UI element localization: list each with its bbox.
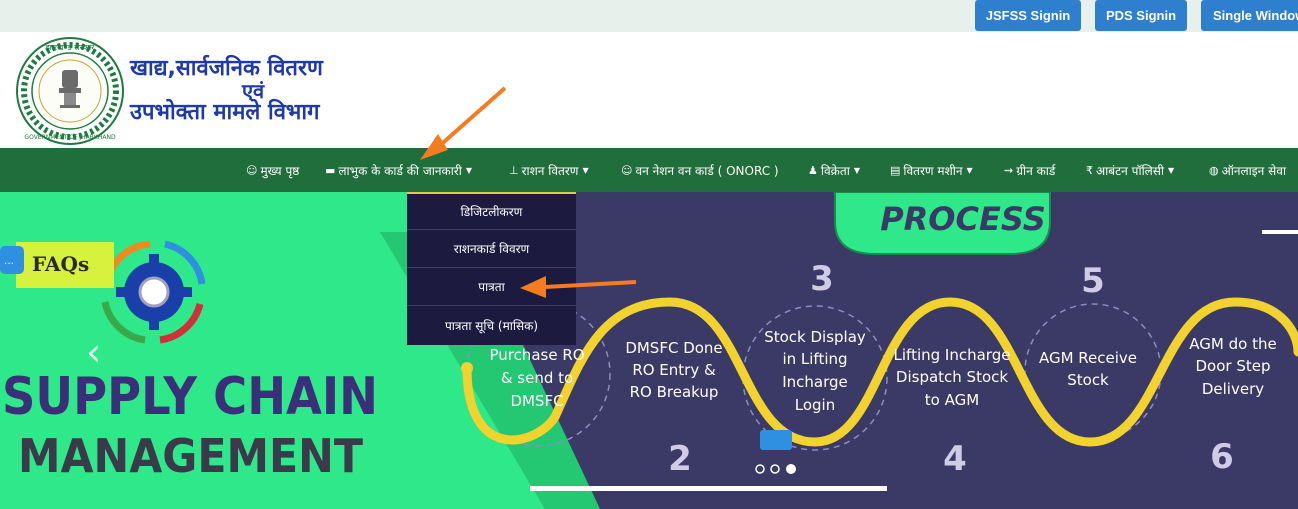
nav-home[interactable]: ☺ मुख्य पृष्ठ: [246, 148, 299, 192]
step-6-line1: AGM do the: [1189, 335, 1276, 353]
dropdown-item-ration-card-details[interactable]: राशनकार्ड विवरण: [407, 230, 576, 268]
step-1-line2: & send to: [501, 369, 573, 387]
nav-green-card-label: ग्रीन कार्ड: [1016, 163, 1056, 178]
slide-progress-bar: [530, 486, 887, 491]
step-2-line1: DMSFC Done: [625, 339, 722, 357]
banner-title-line2: MANAGEMENT: [18, 429, 364, 483]
department-title[interactable]: खाद्य,सार्वजनिक वितरण एवं उपभोक्ता मामले…: [130, 56, 323, 126]
chevron-down-icon: ▼: [966, 165, 973, 175]
step-number-6: 6: [1210, 437, 1234, 477]
dropdown-item-eligibility[interactable]: पात्रता: [407, 268, 576, 306]
seal-bottom-text: GOVERNMENT OF JHARKHAND: [24, 134, 116, 141]
slide-dot-3-active: [786, 464, 796, 474]
chevron-down-icon: ▼: [465, 165, 473, 175]
main-navbar: ☺ मुख्य पृष्ठ ▬ लाभुक के कार्ड की जानकारी ▼…: [0, 148, 1298, 192]
nav-ration-distribution-label: राशन वितरण: [521, 163, 579, 178]
step-4-line1: Lifting Incharge: [894, 346, 1011, 364]
user-icon: ♟: [808, 163, 818, 177]
step-6-line2: Door Step: [1196, 357, 1271, 375]
department-title-line3: उपभोक्ता मामले विभाग: [130, 100, 320, 125]
nav-onorc-label: वन नेशन वन कार्ड ( ONORC ): [635, 163, 779, 178]
step-number-2: 2: [668, 439, 692, 479]
step-2-line2: RO Entry &: [632, 361, 716, 379]
nav-home-label: मुख्य पृष्ठ: [260, 163, 300, 178]
nav-green-card[interactable]: ⇝ ग्रीन कार्ड: [1004, 148, 1055, 192]
banner-slide: PROCESS 1 2 3 4 5 6 Purchase RO & send t…: [0, 192, 1298, 509]
step-5-line1: AGM Receive: [1039, 349, 1137, 367]
card-icon: ▬: [325, 163, 336, 177]
green-card-icon: ⇝: [1004, 163, 1014, 177]
nav-distribution-machine[interactable]: ▤ वितरण मशीन ▼: [890, 148, 973, 192]
department-title-line1: खाद्य,सार्वजनिक वितरण: [130, 56, 323, 81]
step-5-line2: Stock: [1067, 371, 1109, 389]
banner-title-line1: SUPPLY CHAIN: [2, 367, 378, 427]
chevron-down-icon: ▼: [853, 165, 860, 175]
pds-signin-button[interactable]: PDS Signin: [1095, 0, 1187, 31]
step-3-line1: Stock Display: [764, 328, 866, 346]
home-icon: ☺: [246, 163, 258, 177]
nav-beneficiary-card-info-label: लाभुक के कार्ड की जानकारी: [338, 163, 462, 178]
chevron-down-icon: ▼: [1168, 165, 1175, 175]
step-4-line2: Dispatch Stock: [896, 368, 1008, 386]
step-2-line3: RO Breakup: [630, 383, 719, 401]
policy-icon: ₹: [1086, 163, 1093, 177]
seal-emblem: झारखण्ड सरकार GOVERNMENT OF JHARKHAND: [16, 37, 124, 145]
nav-allotment-policy-label: आबंटन पॉलिसी: [1096, 163, 1165, 178]
svg-text:…: …: [4, 256, 14, 267]
step-4-line3: to AGM: [925, 391, 979, 409]
globe-icon: ◍: [1209, 163, 1219, 177]
nav-allotment-policy[interactable]: ₹ आबंटन पॉलिसी ▼: [1086, 148, 1174, 192]
nav-online-service[interactable]: ◍ ऑनलाइन सेवा: [1209, 148, 1286, 192]
supply-cycle-gear-icon: [101, 240, 206, 344]
single-window-button[interactable]: Single Window: [1201, 0, 1298, 31]
site-header: झारखण्ड सरकार GOVERNMENT OF JHARKHAND खा…: [0, 32, 1298, 148]
step-6-line3: Delivery: [1202, 380, 1264, 398]
dropdown-item-eligibility-list-monthly[interactable]: पात्रता सूचि (मासिक): [407, 306, 576, 344]
seal-top-text: झारखण्ड सरकार: [46, 43, 95, 52]
department-title-line2: एवं: [242, 79, 265, 103]
jsfss-signin-button[interactable]: JSFSS Signin: [975, 0, 1081, 31]
step-number-3: 3: [810, 259, 834, 299]
nav-onorc[interactable]: ☺ वन नेशन वन कार्ड ( ONORC ): [621, 148, 779, 192]
ration-icon: ⊥: [509, 163, 519, 177]
nav-distribution-machine-label: वितरण मशीन: [903, 163, 963, 178]
beneficiary-card-dropdown: डिजिटलीकरण राशनकार्ड विवरण पात्रता पात्र…: [407, 192, 576, 345]
slide-marker: [760, 430, 792, 450]
faq-label: FAQs: [32, 252, 89, 276]
step-1-line3: DMSFC: [510, 392, 563, 410]
onorc-icon: ☺: [621, 163, 633, 177]
process-label: PROCESS: [880, 200, 1046, 238]
nav-dealer-label: विक्रेता: [820, 163, 850, 178]
chevron-down-icon: ▼: [582, 165, 589, 175]
machine-icon: ▤: [890, 163, 901, 177]
step-number-4: 4: [943, 439, 967, 479]
government-seal-logo[interactable]: झारखण्ड सरकार GOVERNMENT OF JHARKHAND: [14, 36, 126, 146]
banner-carousel[interactable]: PROCESS 1 2 3 4 5 6 Purchase RO & send t…: [0, 192, 1298, 509]
step-1-line1: Purchase RO: [489, 346, 584, 364]
nav-online-service-label: ऑनलाइन सेवा: [1221, 163, 1287, 178]
step-3-line2: in Lifting: [782, 350, 847, 368]
nav-ration-distribution[interactable]: ⊥ राशन वितरण ▼: [509, 148, 589, 192]
dropdown-item-digitization[interactable]: डिजिटलीकरण: [407, 192, 576, 230]
nav-beneficiary-card-info[interactable]: ▬ लाभुक के कार्ड की जानकारी ▼: [325, 148, 472, 192]
step-number-5: 5: [1081, 261, 1105, 301]
nav-dealer[interactable]: ♟ विक्रेता ▼: [808, 148, 860, 192]
step-3-line3: Incharge: [782, 373, 848, 391]
step-3-line4: Login: [795, 396, 835, 414]
top-bar: JSFSS Signin PDS Signin Single Window: [0, 0, 1298, 32]
